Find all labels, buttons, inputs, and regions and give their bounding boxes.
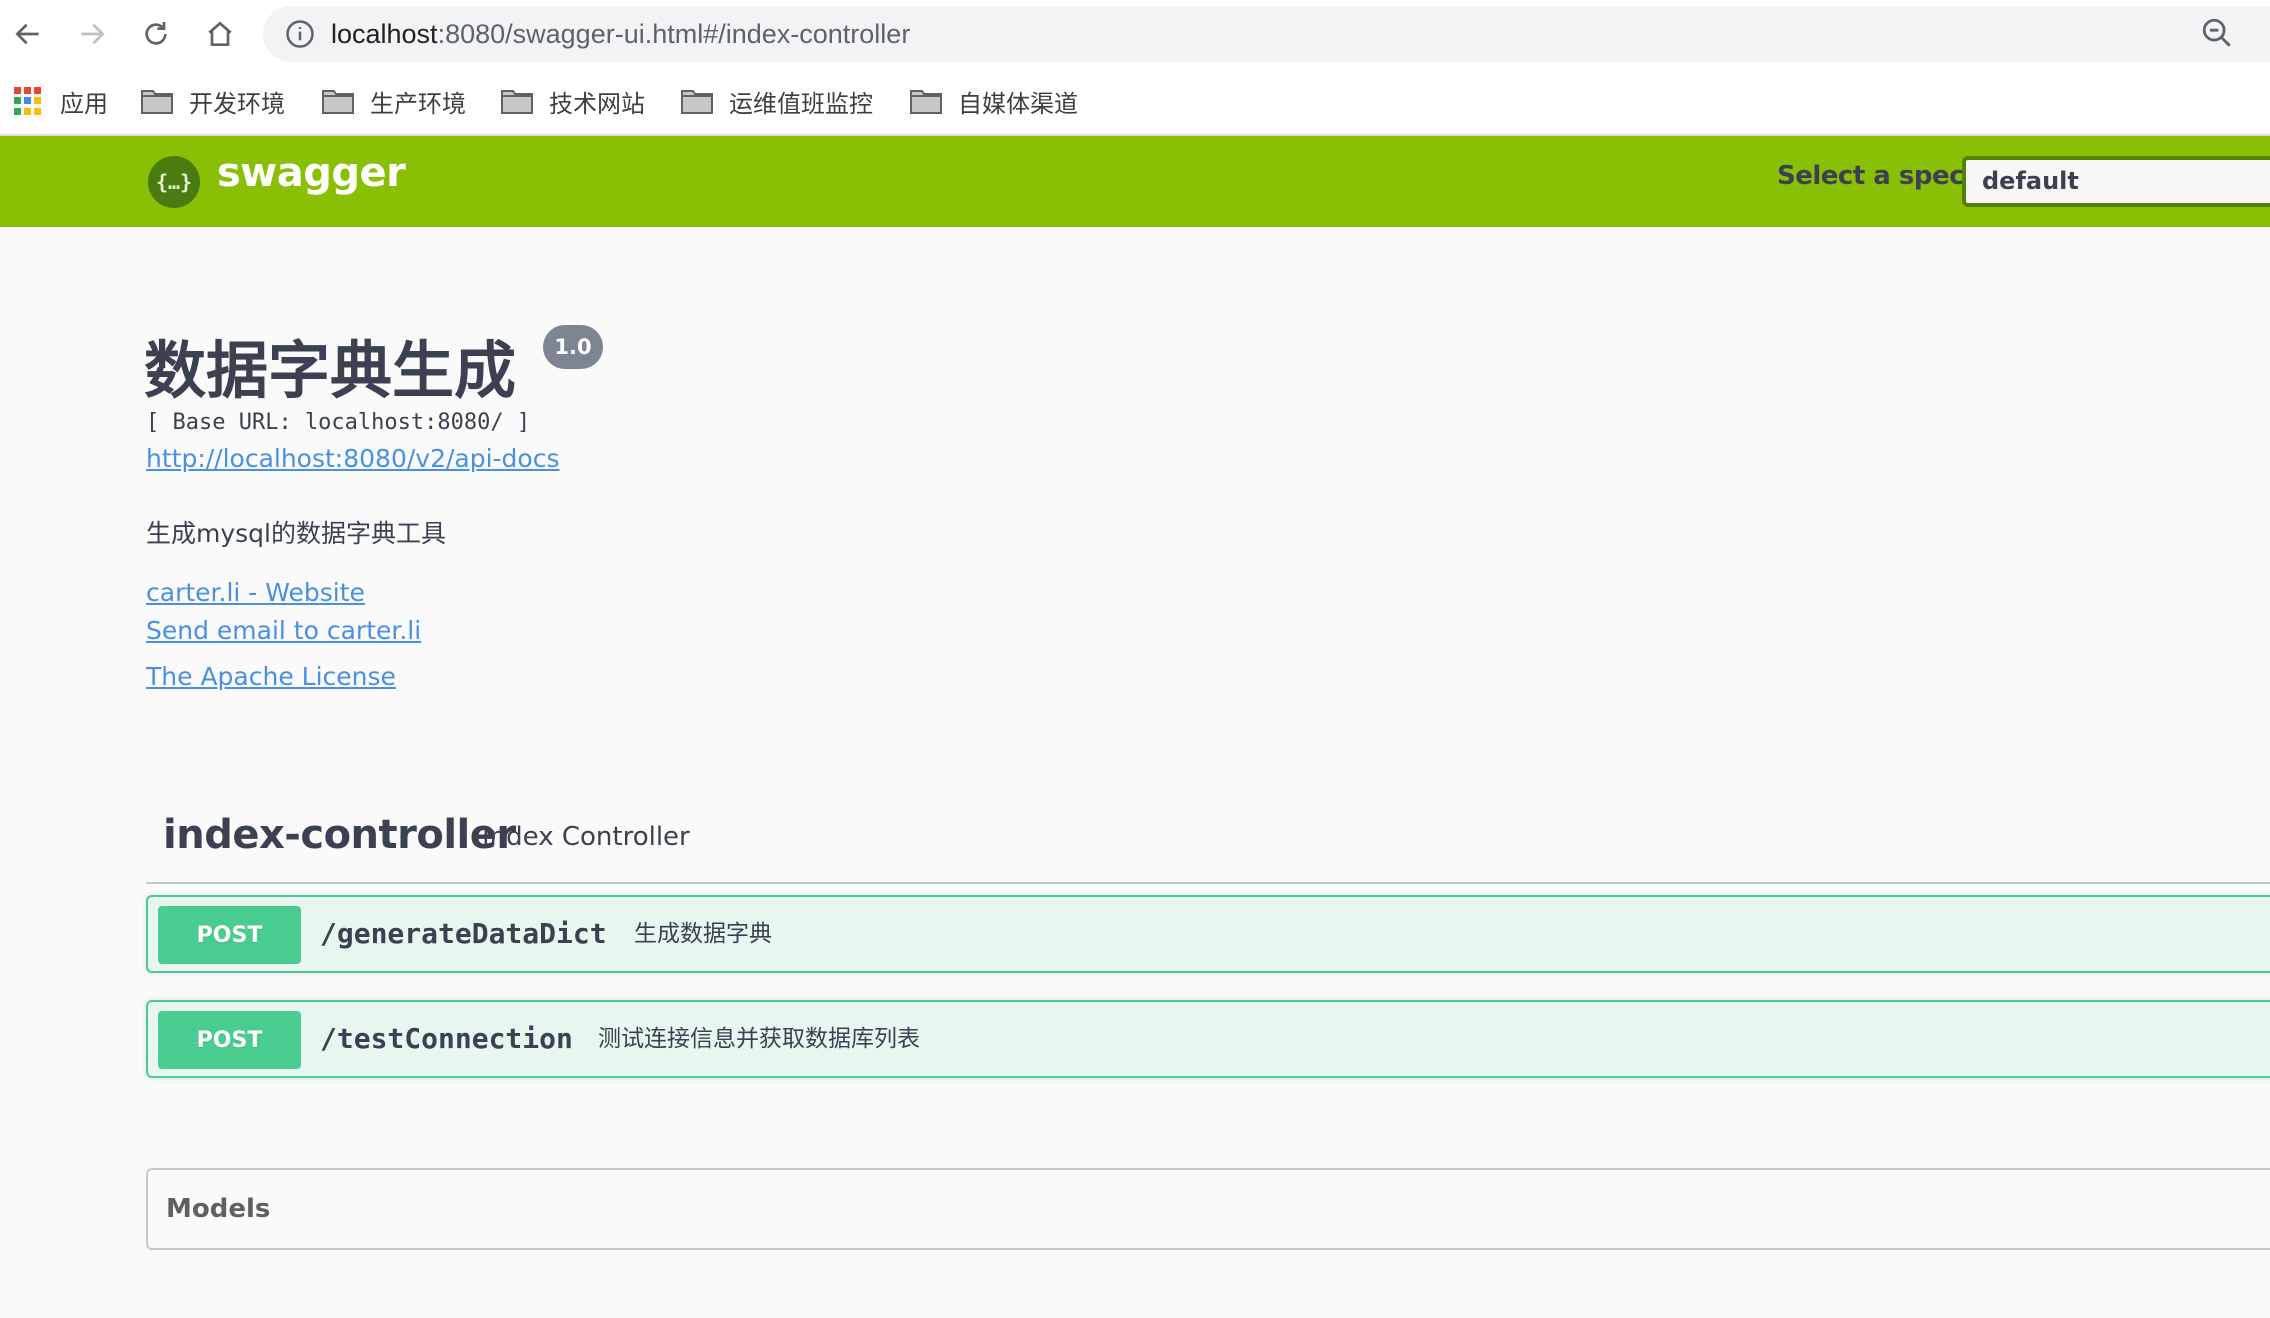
swagger-topbar: {…} swagger Select a spec default [0, 136, 2270, 227]
home-button[interactable] [198, 12, 242, 56]
operation-summary: 生成数据字典 [634, 921, 772, 947]
browser-chrome: localhost:8080/swagger-ui.html#/index-co… [0, 0, 2270, 136]
forward-button[interactable] [70, 12, 114, 56]
method-badge: POST [158, 1011, 301, 1069]
tag-description: Index Controller [482, 822, 690, 852]
bookmark-label: 技术网站 [549, 89, 645, 118]
bookmark-folder[interactable]: 技术网站 [501, 74, 645, 128]
api-description: 生成mysql的数据字典工具 [146, 519, 446, 548]
api-title: 数据字典生成 [144, 334, 517, 407]
info-icon[interactable] [285, 19, 315, 49]
swagger-logo-icon[interactable]: {…} [148, 156, 200, 208]
url-path: :8080/swagger-ui.html#/index-controller [437, 19, 911, 49]
reload-icon [145, 22, 167, 45]
models-section[interactable]: Models [146, 1168, 2270, 1250]
folder-icon [501, 90, 533, 114]
url-text[interactable]: localhost:8080/swagger-ui.html#/index-co… [331, 6, 910, 62]
tag-name[interactable]: index-controller [163, 812, 516, 858]
bookmarks-bar: 应用 开发环境 生产环境 技术网站 运维值班监控 自媒体渠道 [0, 74, 2270, 128]
folder-icon [681, 90, 713, 114]
select-spec-label: Select a spec [1777, 161, 1965, 191]
method-badge: POST [158, 906, 301, 964]
reload-button[interactable] [134, 12, 178, 56]
folder-icon [910, 90, 942, 114]
address-bar[interactable]: localhost:8080/swagger-ui.html#/index-co… [263, 6, 2270, 62]
contact-email-link[interactable]: Send email to carter.li [146, 616, 421, 645]
operation-path: /testConnection [320, 1022, 573, 1055]
base-url: [ Base URL: localhost:8080/ ] [146, 410, 531, 435]
operation-generate-data-dict[interactable]: POST /generateDataDict 生成数据字典 [146, 895, 2270, 973]
bookmark-folder[interactable]: 自媒体渠道 [910, 74, 1078, 128]
bookmark-label: 应用 [60, 89, 108, 118]
folder-icon [322, 90, 354, 114]
version-badge: 1.0 [543, 325, 603, 369]
home-icon [208, 21, 232, 46]
bookmark-folder[interactable]: 运维值班监控 [681, 74, 873, 128]
tag-divider [146, 882, 2270, 884]
apps-grid-icon [14, 87, 42, 115]
models-title: Models [166, 1194, 271, 1224]
bookmark-label: 运维值班监控 [729, 89, 873, 118]
operation-summary: 测试连接信息并获取数据库列表 [598, 1026, 920, 1052]
api-docs-link[interactable]: http://localhost:8080/v2/api-docs [146, 444, 560, 473]
folder-icon [141, 90, 173, 114]
spec-select[interactable]: default [1962, 156, 2270, 207]
contact-website-link[interactable]: carter.li - Website [146, 578, 365, 607]
back-button[interactable] [6, 12, 50, 56]
back-arrow-icon [15, 23, 39, 45]
url-host: localhost [331, 19, 438, 49]
bookmark-label: 开发环境 [189, 89, 285, 118]
swagger-brand[interactable]: swagger [217, 150, 406, 196]
bookmark-apps[interactable]: 应用 [14, 74, 108, 128]
operation-test-connection[interactable]: POST /testConnection 测试连接信息并获取数据库列表 [146, 1000, 2270, 1078]
bookmark-folder[interactable]: 生产环境 [322, 74, 466, 128]
forward-arrow-icon [81, 23, 105, 45]
bookmark-label: 生产环境 [370, 89, 466, 118]
license-link[interactable]: The Apache License [146, 662, 396, 691]
operation-path: /generateDataDict [320, 917, 607, 950]
bookmark-label: 自媒体渠道 [958, 89, 1078, 118]
zoom-out-icon[interactable] [2200, 16, 2234, 50]
bookmark-folder[interactable]: 开发环境 [141, 74, 285, 128]
